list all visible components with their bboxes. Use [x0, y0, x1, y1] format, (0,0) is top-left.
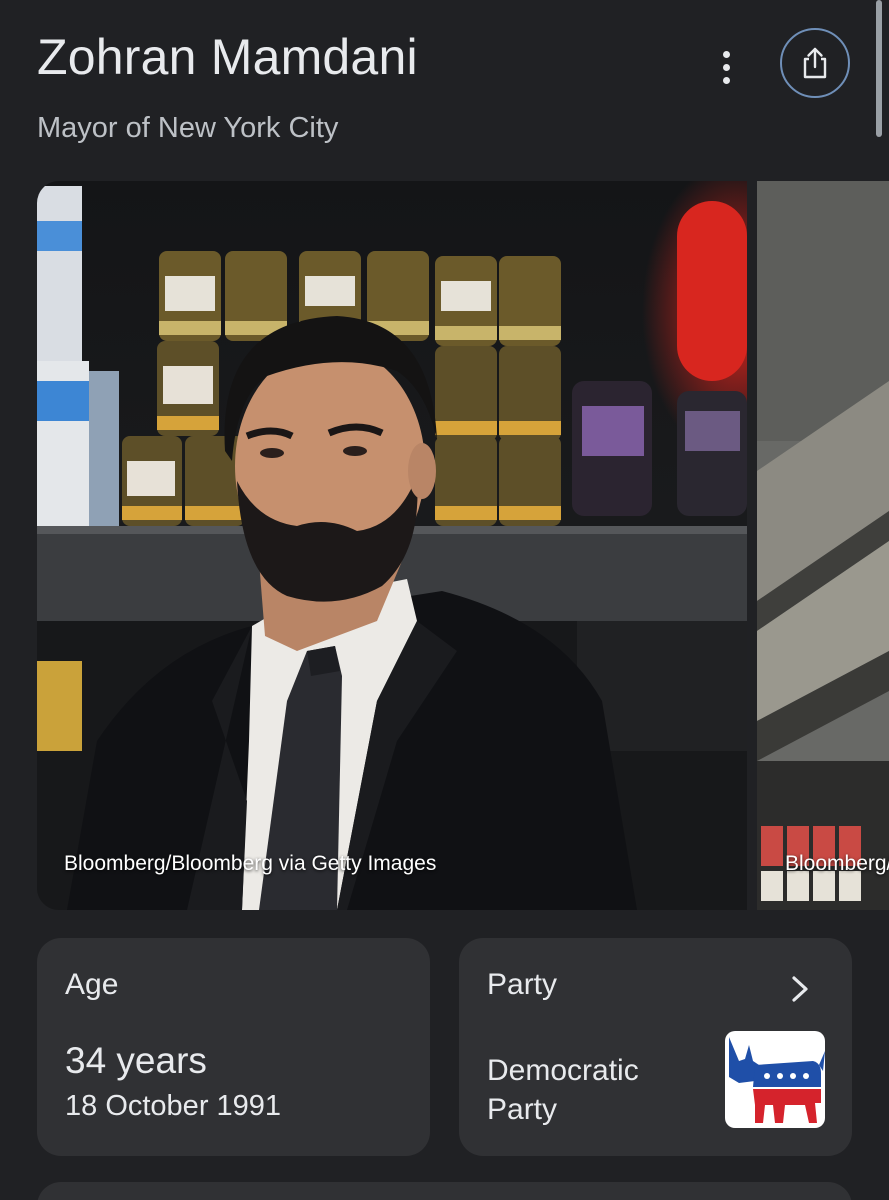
- party-value: Democratic Party: [487, 1054, 639, 1126]
- democratic-party-logo: [725, 1031, 825, 1128]
- party-card[interactable]: Party Democratic Party: [459, 938, 852, 1156]
- second-photo[interactable]: Bloomberg/Bloomberg via Getty Images: [757, 181, 889, 910]
- party-label: Party: [487, 968, 558, 1001]
- age-value: 34 years: [65, 1040, 207, 1081]
- knowledge-panel: Zohran Mamdani Mayor of New York City Bl…: [0, 0, 889, 1200]
- image-carousel[interactable]: Bloomberg/Bloomberg via Getty Images Blo…: [37, 181, 889, 910]
- image-credit-2: Bloomberg/Bloomberg via Getty Images: [785, 852, 889, 875]
- image-credit: Bloomberg/Bloomberg via Getty Images: [64, 852, 437, 875]
- birth-date: 18 October 1991: [65, 1090, 282, 1122]
- chevron-right-icon: [792, 976, 808, 1002]
- portrait-photo[interactable]: Bloomberg/Bloomberg via Getty Images: [37, 181, 747, 910]
- page-subtitle: Mayor of New York City: [37, 112, 339, 144]
- age-label: Age: [65, 968, 119, 1001]
- age-card: Age 34 years 18 October 1991: [37, 938, 430, 1156]
- more-vertical-icon: [722, 50, 730, 58]
- portrait-photo-illustration: [37, 181, 747, 910]
- share-icon: [803, 47, 827, 79]
- share-button[interactable]: [780, 28, 850, 98]
- more-options-button[interactable]: [708, 46, 744, 88]
- next-card: [37, 1182, 852, 1200]
- page-title: Zohran Mamdani: [37, 29, 418, 85]
- second-photo-illustration: [757, 181, 889, 910]
- scrollbar[interactable]: [876, 0, 882, 137]
- donkey-logo-icon: [729, 1037, 825, 1123]
